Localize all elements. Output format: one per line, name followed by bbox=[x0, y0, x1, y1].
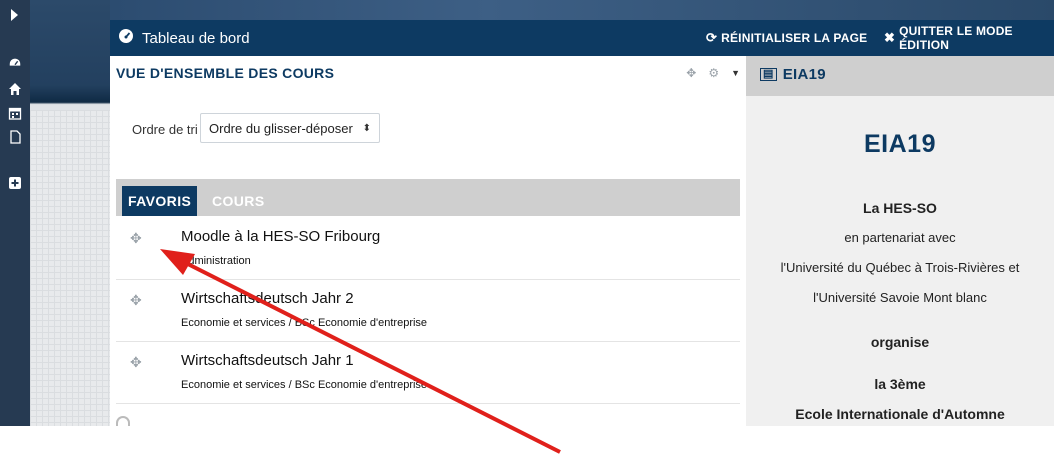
page-title: Tableau de bord bbox=[118, 20, 250, 56]
text-line: organise bbox=[870, 334, 930, 350]
course-title[interactable]: Wirtschaftsdeutsch Jahr 1 bbox=[181, 352, 354, 369]
course-item[interactable]: ✥ Moodle à la HES-SO Fribourg Administra… bbox=[116, 218, 740, 280]
text-line: La HES-SO bbox=[863, 200, 937, 216]
block-controls: ✥ ⚙ ▼ bbox=[686, 66, 740, 80]
select-arrows-icon: ⬍ bbox=[362, 122, 371, 134]
tab-cours[interactable]: COURS bbox=[206, 186, 271, 216]
chevron-down-icon[interactable]: ▼ bbox=[731, 68, 740, 80]
course-title[interactable]: Wirtschaftsdeutsch Jahr 2 bbox=[181, 290, 354, 307]
course-category: Economie et services / BSc Economie d'en… bbox=[181, 317, 428, 329]
home-icon[interactable] bbox=[8, 82, 24, 96]
block-title: VUE D'ENSEMBLE DES COURS bbox=[116, 65, 335, 81]
gear-icon[interactable]: ⚙ bbox=[708, 66, 719, 80]
course-category: Economie et services / BSc Economie d'en… bbox=[181, 379, 428, 391]
move-icon[interactable]: ✥ bbox=[130, 292, 142, 309]
move-icon[interactable]: ✥ bbox=[130, 230, 142, 247]
right-block-body: EIA19 La HES-SO en partenariat avec l'Un… bbox=[746, 96, 1054, 426]
course-item[interactable]: ✥ Wirtschaftsdeutsch Jahr 2 Economie et … bbox=[116, 280, 740, 342]
right-block-title: ▤ EIA19 bbox=[760, 66, 826, 83]
reset-page-label: RÉINITIALISER LA PAGE bbox=[721, 31, 868, 45]
course-title[interactable]: Moodle à la HES-SO Fribourg bbox=[181, 228, 380, 245]
text-line: l'Université Savoie Mont blanc bbox=[813, 290, 987, 305]
text-line: l'Université du Québec à Trois-Rivières … bbox=[780, 260, 1020, 275]
background-banner bbox=[110, 0, 1054, 20]
quit-edit-mode-label: QUITTER LE MODE ÉDITION bbox=[899, 24, 1013, 52]
drawer-toggle-icon[interactable] bbox=[8, 8, 24, 22]
course-tabs: FAVORIS COURS bbox=[116, 179, 740, 216]
background-texture bbox=[30, 110, 110, 426]
left-sidebar bbox=[0, 0, 30, 426]
text-line: en partenariat avec bbox=[844, 230, 956, 245]
page-title-text: Tableau de bord bbox=[142, 29, 250, 47]
text-line: la 3ème bbox=[874, 376, 926, 392]
file-icon[interactable] bbox=[8, 130, 24, 144]
event-title: EIA19 bbox=[864, 130, 936, 158]
dashboard-icon[interactable] bbox=[8, 56, 24, 70]
refresh-icon: ⟳ bbox=[706, 30, 718, 45]
tab-favoris[interactable]: FAVORIS bbox=[122, 186, 198, 216]
course-overview-block: VUE D'ENSEMBLE DES COURS ✥ ⚙ ▼ Ordre de … bbox=[110, 56, 746, 426]
course-category: Administration bbox=[181, 255, 251, 267]
partial-icon bbox=[116, 416, 130, 426]
move-icon[interactable]: ✥ bbox=[686, 66, 696, 80]
course-item[interactable]: ✥ Wirtschaftsdeutsch Jahr 1 Economie et … bbox=[116, 342, 740, 404]
sort-label: Ordre de tri bbox=[132, 122, 198, 137]
right-block-header: ▤ EIA19 bbox=[746, 56, 1054, 96]
quit-edit-mode-button[interactable]: ✖ QUITTER LE MODE ÉDITION bbox=[884, 20, 1054, 56]
text-line: Ecole Internationale d'Automne bbox=[795, 406, 1005, 422]
sort-order-value: Ordre du glisser-déposer bbox=[209, 120, 353, 136]
move-icon[interactable]: ✥ bbox=[130, 354, 142, 371]
dashboard-icon bbox=[118, 28, 134, 48]
plus-square-icon[interactable] bbox=[8, 176, 24, 190]
reset-page-button[interactable]: ⟳ RÉINITIALISER LA PAGE bbox=[706, 20, 867, 56]
close-icon: ✖ bbox=[884, 30, 896, 45]
sort-order-select[interactable]: Ordre du glisser-déposer ⬍ bbox=[200, 113, 380, 143]
newspaper-icon: ▤ bbox=[760, 68, 777, 81]
calendar-icon[interactable] bbox=[8, 106, 24, 120]
header-bar: Tableau de bord ⟳ RÉINITIALISER LA PAGE … bbox=[110, 20, 1054, 56]
right-block-title-text: EIA19 bbox=[782, 66, 826, 83]
